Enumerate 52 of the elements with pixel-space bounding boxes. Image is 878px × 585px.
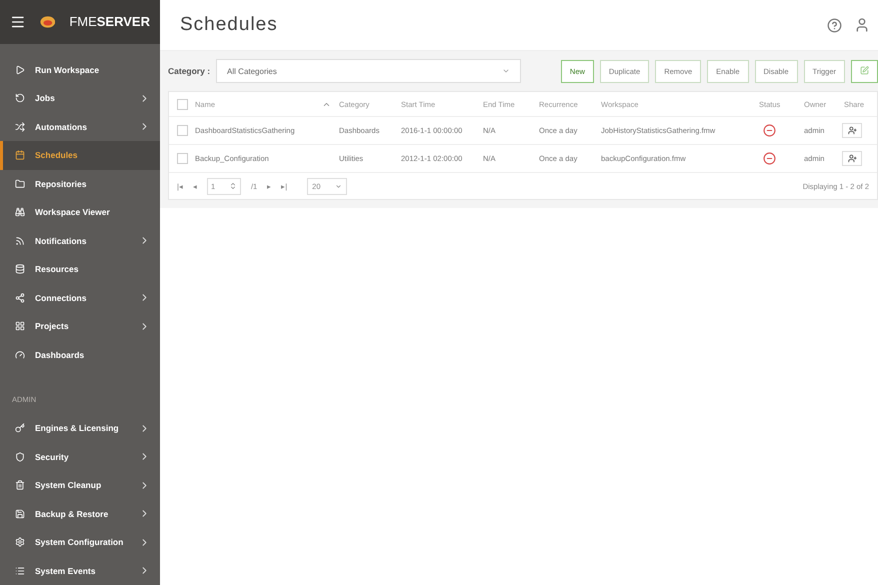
sidebar-item[interactable]: Dashboards bbox=[0, 340, 160, 369]
sidebar-item[interactable]: Schedules bbox=[0, 141, 160, 170]
key-icon bbox=[15, 423, 25, 434]
page-title: Schedules bbox=[180, 14, 279, 36]
caret-icon bbox=[502, 67, 510, 75]
row-checkbox[interactable] bbox=[177, 125, 188, 136]
sidebar-item[interactable]: Run Workspace bbox=[0, 56, 160, 84]
feed-icon bbox=[15, 236, 25, 246]
help-icon[interactable] bbox=[827, 18, 842, 32]
share-button[interactable] bbox=[842, 123, 862, 138]
shuffle-icon bbox=[15, 122, 25, 132]
share-icon bbox=[15, 292, 25, 303]
sidebar-item[interactable]: Projects bbox=[0, 312, 160, 340]
folder-icon bbox=[15, 178, 25, 189]
trash-icon bbox=[15, 480, 25, 490]
settings-icon bbox=[15, 537, 25, 548]
sidebar-item[interactable]: Connections bbox=[0, 284, 160, 312]
gauge-icon bbox=[15, 350, 25, 360]
row-checkbox[interactable] bbox=[177, 153, 188, 164]
calendar-icon bbox=[15, 150, 25, 160]
database-icon bbox=[15, 264, 25, 274]
select-all-checkbox[interactable] bbox=[177, 98, 188, 110]
sidebar-item[interactable]: Notifications bbox=[0, 226, 160, 255]
sidebar-item[interactable]: Engines & Licensing bbox=[0, 414, 160, 442]
shield-icon bbox=[15, 452, 25, 462]
filter-label: Category : bbox=[168, 66, 210, 76]
category-select[interactable]: All Categories bbox=[216, 59, 521, 83]
sidebar-item[interactable]: Automations bbox=[0, 112, 160, 141]
user-add-icon bbox=[848, 154, 856, 163]
sidebar-item[interactable]: System Configuration bbox=[0, 528, 160, 556]
edit-icon bbox=[860, 66, 869, 74]
logo-icon bbox=[40, 14, 56, 29]
list-icon bbox=[15, 566, 25, 576]
play-icon bbox=[15, 64, 25, 75]
sidebar-item[interactable]: Security bbox=[0, 442, 160, 471]
spinner-icon bbox=[228, 182, 237, 190]
brand-logo: FMESERVER bbox=[69, 14, 150, 30]
sidebar-item[interactable]: Repositories bbox=[0, 170, 160, 198]
user-icon[interactable] bbox=[854, 17, 870, 33]
sidebar-item[interactable]: Backup & Restore bbox=[0, 500, 160, 528]
user-add-icon bbox=[848, 126, 856, 135]
grid-icon bbox=[15, 321, 25, 332]
share-button[interactable] bbox=[842, 151, 862, 166]
refresh-icon bbox=[15, 93, 25, 104]
sidebar-item[interactable]: System Cleanup bbox=[0, 471, 160, 500]
sidebar-item[interactable]: System Events bbox=[0, 556, 160, 585]
caret-icon bbox=[335, 182, 342, 190]
sidebar-item[interactable]: Jobs bbox=[0, 84, 160, 112]
save-icon bbox=[15, 508, 25, 519]
sidebar-item[interactable]: Resources bbox=[0, 255, 160, 284]
binoculars-icon bbox=[15, 207, 25, 218]
sidebar-item[interactable]: Workspace Viewer bbox=[0, 198, 160, 226]
